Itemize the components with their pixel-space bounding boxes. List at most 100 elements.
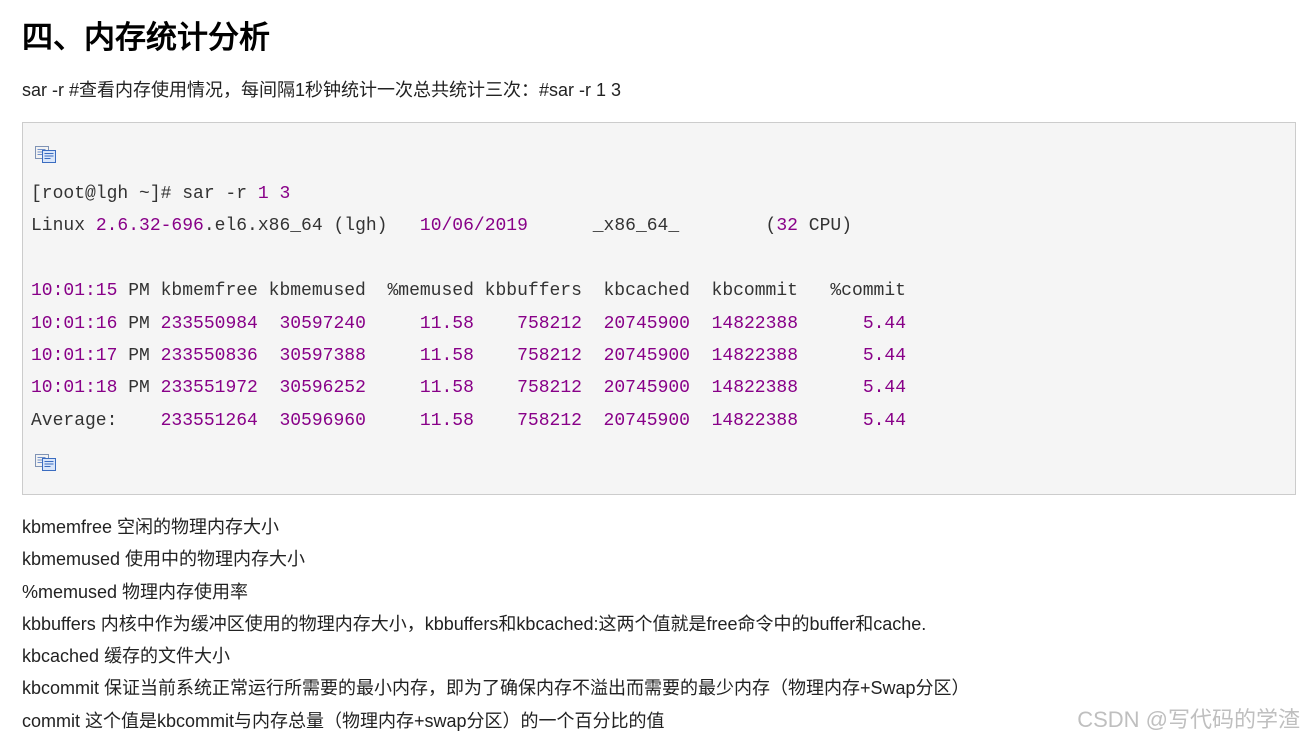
watermark: CSDN @写代码的学渣 bbox=[1077, 707, 1300, 732]
code-number: 32 bbox=[776, 216, 798, 237]
definition-term: %memused bbox=[22, 581, 118, 602]
definition-item: %memused 物理内存使用率 bbox=[22, 576, 970, 608]
code-content: [root@lgh ~]# sar -r 1 3 Linux 2.6.32-696… bbox=[31, 178, 906, 437]
definition-description: 内核中作为缓冲区使用的物理内存大小，kbbuffers和kbcached:这两个… bbox=[100, 613, 927, 634]
code-number: 14822388 bbox=[711, 345, 799, 366]
code-number: 20745900 bbox=[603, 378, 690, 399]
definition-term: kbmemfree bbox=[22, 517, 113, 537]
code-text: PM kbmemfree kbmemused %memused kbbuffer… bbox=[117, 281, 906, 302]
code-text: Average: bbox=[31, 410, 161, 431]
copy-icon[interactable] bbox=[35, 146, 57, 163]
definition-term: kbbuffers bbox=[22, 613, 96, 634]
code-number: 2.6.32-696 bbox=[95, 216, 204, 237]
code-number: 233550836 bbox=[160, 345, 258, 366]
code-number: 11.58 bbox=[419, 313, 474, 334]
intro-paragraph: sar -r #查看内存使用情况，每间隔1秒钟统计一次总共统计三次：#sar -… bbox=[22, 80, 622, 100]
definition-item: kbbuffers 内核中作为缓冲区使用的物理内存大小，kbbuffers和kbc… bbox=[22, 608, 970, 640]
definition-description: 空闲的物理内存大小 bbox=[117, 517, 280, 537]
definition-description: 使用中的物理内存大小 bbox=[125, 549, 306, 570]
code-line: 10:01:17 PM 233550836 30597388 11.58 758… bbox=[31, 340, 906, 372]
code-number: 5.44 bbox=[862, 313, 907, 334]
definition-description: 保证当前系统正常运行所需要的最小内存，即为了确保内存不溢出而需要的最少内存（物理… bbox=[104, 678, 970, 699]
code-number: 10:01:17 bbox=[31, 345, 118, 366]
code-number: 10/06/2019 bbox=[419, 216, 528, 237]
copy-icon[interactable] bbox=[35, 454, 57, 471]
code-text: CPU) bbox=[797, 216, 852, 237]
definition-description: 这个值是kbcommit与内存总量（物理内存+swap分区）的一个百分比的值 bbox=[85, 710, 665, 731]
definition-item: kbcommit 保证当前系统正常运行所需要的最小内存，即为了确保内存不溢出而需要… bbox=[22, 672, 970, 704]
code-number: 233551264 bbox=[160, 410, 258, 431]
code-number: 14822388 bbox=[711, 313, 799, 334]
code-number: 30596960 bbox=[279, 410, 366, 431]
code-number: 5.44 bbox=[862, 345, 907, 366]
code-number: 11.58 bbox=[419, 378, 474, 399]
code-line: [root@lgh ~]# sar -r 1 3 bbox=[31, 178, 906, 210]
code-number: 233550984 bbox=[160, 313, 258, 334]
code-text: PM bbox=[117, 345, 161, 366]
code-number: 20745900 bbox=[603, 410, 690, 431]
code-number: 758212 bbox=[517, 378, 582, 399]
section-heading: 四、内存统计分析 bbox=[22, 20, 270, 55]
definition-item: kbmemused 使用中的物理内存大小 bbox=[22, 543, 970, 575]
code-number: 233551972 bbox=[160, 378, 258, 399]
code-number: 11.58 bbox=[419, 410, 474, 431]
code-text: PM bbox=[117, 313, 161, 334]
code-number: 758212 bbox=[517, 345, 582, 366]
code-line: 10:01:15 PM kbmemfree kbmemused %memused… bbox=[31, 275, 906, 307]
code-number: 30597240 bbox=[279, 313, 366, 334]
definition-term: kbcommit bbox=[22, 678, 100, 699]
definition-term: commit bbox=[22, 710, 80, 731]
code-number: 10:01:15 bbox=[31, 281, 118, 302]
code-text: [root@lgh ~]# sar -r bbox=[31, 184, 258, 204]
code-number: 10:01:16 bbox=[31, 313, 118, 334]
code-number: 20745900 bbox=[603, 345, 690, 366]
code-text: .el6.x86_64 (lgh) bbox=[203, 216, 420, 237]
definition-description: 缓存的文件大小 bbox=[104, 646, 231, 667]
definition-item: kbmemfree 空闲的物理内存大小 bbox=[22, 511, 970, 543]
code-text: _x86_64_ ( bbox=[527, 216, 777, 237]
code-number: 30596252 bbox=[279, 378, 366, 399]
code-number: 758212 bbox=[517, 313, 582, 334]
code-number: 3 bbox=[279, 184, 291, 204]
definition-term: kbcached bbox=[22, 646, 100, 667]
code-number: 20745900 bbox=[603, 313, 690, 334]
code-number: 5.44 bbox=[862, 378, 907, 399]
code-number: 11.58 bbox=[419, 345, 474, 366]
code-number: 14822388 bbox=[711, 378, 799, 399]
code-number: 758212 bbox=[517, 410, 582, 431]
definition-item: commit 这个值是kbcommit与内存总量（物理内存+swap分区）的一个百… bbox=[22, 705, 970, 737]
code-number: 10:01:18 bbox=[31, 378, 118, 399]
definition-description: 物理内存使用率 bbox=[122, 581, 249, 602]
code-text: Linux bbox=[31, 216, 96, 237]
code-number: 30597388 bbox=[279, 345, 366, 366]
code-text: PM bbox=[117, 378, 161, 399]
code-line: 10:01:16 PM 233550984 30597240 11.58 758… bbox=[31, 308, 906, 340]
code-number: 1 bbox=[257, 184, 269, 204]
code-number: 5.44 bbox=[862, 410, 907, 431]
